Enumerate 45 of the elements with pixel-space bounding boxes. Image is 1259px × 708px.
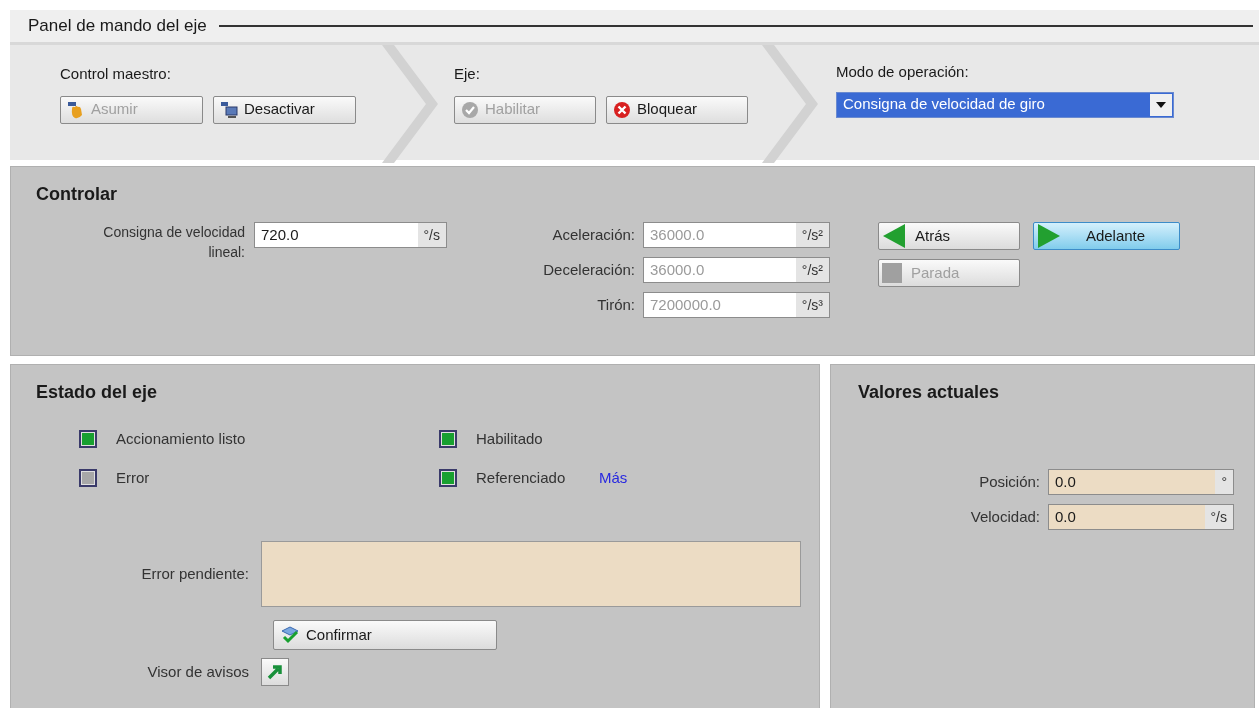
right-arrow-icon: [1036, 223, 1062, 249]
section-label: Modo de operación:: [836, 62, 970, 82]
unit-label: °/s³: [795, 293, 829, 317]
panel-title: Panel de mando del eje: [28, 15, 207, 38]
field-label: Posición:: [978, 471, 1041, 492]
unit-label: °/s: [1204, 505, 1233, 529]
section-heading: Valores actuales: [858, 381, 1001, 404]
input-field[interactable]: 0.0 °/s: [1048, 504, 1234, 530]
mode-dropdown[interactable]: Consigna de velocidad de giro: [836, 91, 1174, 118]
toolbar-button[interactable]: Bloquear: [606, 95, 748, 124]
field-label: Error pendiente:: [140, 563, 250, 584]
field-label: Aceleración:: [551, 224, 636, 245]
check-icon: [461, 100, 479, 119]
confirm-icon: [280, 625, 300, 645]
jog-button[interactable]: Adelante: [1033, 222, 1180, 250]
open-link-icon[interactable]: [261, 658, 289, 686]
indicator-label: Error: [116, 467, 150, 488]
unit-label: °/s²: [795, 258, 829, 282]
section-label: Eje:: [454, 64, 481, 84]
confirm-button[interactable]: Confirmar: [273, 620, 497, 650]
left-arrow-icon: [881, 223, 907, 249]
computer-icon: [220, 100, 238, 119]
more-link[interactable]: Más: [599, 466, 819, 489]
field-label: Deceleración:: [542, 259, 636, 280]
field-label: Consigna de velocidad lineal:: [102, 223, 245, 262]
input-field[interactable]: 720.0 °/s: [254, 222, 447, 248]
field-label: Velocidad:: [969, 506, 1041, 527]
unit-label: °/s: [417, 223, 446, 247]
dropdown-caret-icon: [1150, 93, 1172, 116]
indicator-label: Habilitado: [476, 429, 543, 449]
input-field[interactable]: 0.0 °: [1048, 469, 1234, 495]
field-label: Tirón:: [596, 294, 636, 315]
indicator-label: Referenciado: [476, 467, 566, 488]
section-label: Control maestro:: [60, 64, 172, 84]
toolbar-button[interactable]: Desactivar: [213, 95, 356, 124]
section-heading: Controlar: [36, 183, 118, 206]
field-label: Visor de avisos: [146, 661, 250, 682]
section-heading: Estado del eje: [36, 381, 159, 404]
hand-icon: [67, 100, 85, 119]
unit-label: °/s²: [795, 223, 829, 247]
stop-icon: [881, 262, 903, 284]
indicator-label: Accionamiento listo: [116, 429, 246, 449]
error-icon: [613, 100, 631, 119]
jog-button[interactable]: Atrás: [878, 222, 1020, 250]
unit-label: °: [1215, 470, 1233, 494]
